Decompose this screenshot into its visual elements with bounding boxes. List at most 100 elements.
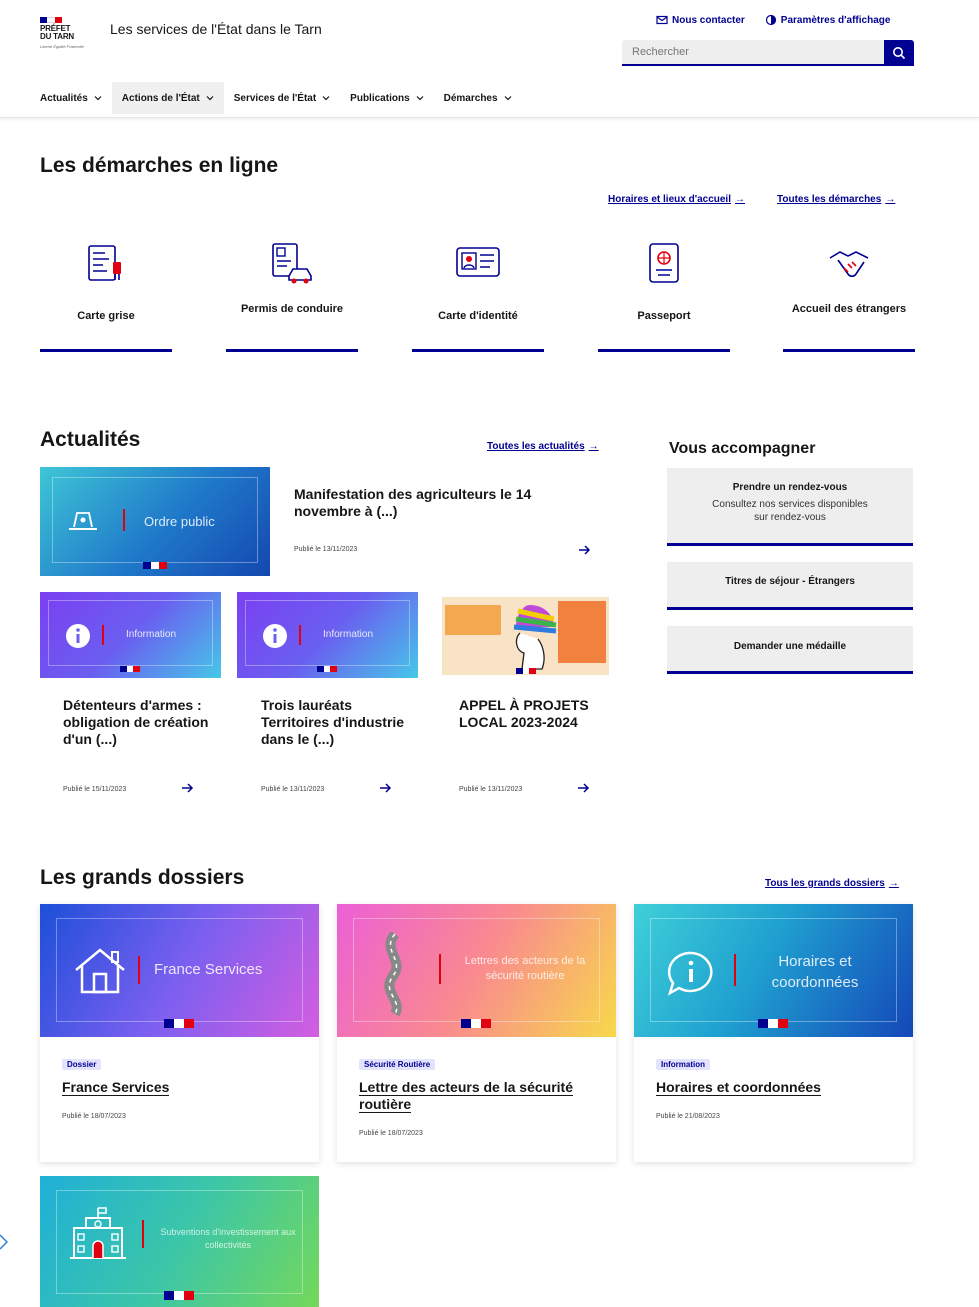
- fr-flag-icon: [164, 1291, 194, 1300]
- town-hall-icon: [70, 1207, 126, 1259]
- dossier-title-text: France Services: [62, 1079, 170, 1096]
- tile-passeport[interactable]: Passeport: [598, 230, 730, 352]
- all-news-label: Toutes les actualités: [487, 441, 585, 452]
- marianne-flag-icon: [40, 17, 62, 23]
- tile-accueil-etrangers[interactable]: Accueil des étrangers: [783, 230, 915, 352]
- news-title[interactable]: Détenteurs d'armes : obligation de créat…: [63, 697, 213, 748]
- dossiers-title: Les grands dossiers: [40, 866, 245, 889]
- search-button[interactable]: [884, 40, 914, 66]
- handshake-icon: [829, 251, 869, 278]
- arrow-right-icon[interactable]: [577, 543, 591, 557]
- all-dossiers-label: Tous les grands dossiers: [765, 878, 885, 889]
- dossier-date: Publié le 21/08/2023: [656, 1113, 720, 1120]
- arrow-right-icon[interactable]: [378, 781, 392, 795]
- prefet-logo[interactable]: PRÉFET DU TARN Liberté Égalité Fraternit…: [40, 17, 86, 49]
- news-title[interactable]: APPEL À PROJETS LOCAL 2023-2024: [459, 697, 609, 731]
- display-settings-link[interactable]: Paramètres d'affichage: [765, 14, 890, 26]
- dossier-banner: France Services: [40, 904, 319, 1037]
- nav-item-services[interactable]: Services de l'État: [224, 82, 340, 114]
- nav-label: Services de l'État: [233, 92, 317, 104]
- chevron-down-icon: [322, 96, 330, 101]
- button-title: Demander une médaille: [733, 641, 847, 652]
- banner-divider: [138, 956, 140, 984]
- dossier-title[interactable]: Horaires et coordonnées: [656, 1079, 886, 1096]
- road-icon: [384, 932, 402, 1016]
- main-nav: Actualités Actions de l'État Services de…: [30, 82, 522, 114]
- fr-flag-icon: [120, 666, 141, 672]
- tile-label: Carte grise: [77, 310, 135, 322]
- news-banner-appel-projets[interactable]: [442, 597, 609, 675]
- tile-carte-identite[interactable]: Carte d'identité: [412, 230, 544, 352]
- all-dossiers-link[interactable]: Tous les grands dossiers →: [765, 878, 899, 889]
- search-icon: [893, 47, 906, 60]
- button-subtitle: Consultez nos services disponibles sur r…: [712, 499, 868, 523]
- fr-flag-icon: [461, 1019, 491, 1028]
- medaille-button[interactable]: Demander une médaille: [667, 626, 913, 674]
- fr-flag-icon: [758, 1019, 788, 1028]
- banner-text: Lettres des acteurs de la sécurité routi…: [464, 955, 586, 982]
- all-demarches-label: Toutes les démarches: [777, 194, 882, 205]
- info-bubble-icon: [667, 951, 713, 996]
- contact-label: Nous contacter: [672, 14, 745, 26]
- banner-divider: [734, 954, 736, 986]
- arrow-right-icon[interactable]: [576, 781, 590, 795]
- tile-label: Passeport: [637, 310, 691, 322]
- featured-news-date: Publié le 13/11/2023: [294, 546, 358, 553]
- carte-grise-icon: [88, 245, 121, 281]
- news-banner[interactable]: Information: [237, 592, 418, 678]
- horaires-label: Horaires et lieux d'accueil: [608, 194, 731, 205]
- rendez-vous-button[interactable]: Prendre un rendez-vous Consultez nos ser…: [667, 468, 913, 546]
- chevron-right-icon[interactable]: [0, 1234, 8, 1250]
- arrow-right-icon: →: [885, 194, 896, 205]
- all-news-link[interactable]: Toutes les actualités →: [487, 441, 599, 452]
- actualites-title: Actualités: [40, 428, 141, 451]
- news-title[interactable]: Trois lauréats Territoires d'industrie d…: [261, 697, 411, 748]
- accompagner-title: Vous accompagner: [669, 440, 816, 457]
- nav-item-demarches[interactable]: Démarches: [434, 82, 522, 114]
- featured-news-title[interactable]: Manifestation des agriculteurs le 14 nov…: [294, 486, 584, 520]
- dossier-card[interactable]: France Services Dossier France Services …: [40, 904, 319, 1162]
- dossier-banner-subventions[interactable]: Subventions d'investissement aux collect…: [40, 1176, 319, 1307]
- all-demarches-link[interactable]: Toutes les démarches →: [777, 194, 895, 205]
- arrow-right-icon[interactable]: [180, 781, 194, 795]
- nav-item-actions[interactable]: Actions de l'État: [111, 82, 224, 114]
- chevron-down-icon: [504, 96, 511, 101]
- dossier-date: Publié le 18/07/2023: [359, 1130, 423, 1137]
- search-bar: [622, 40, 914, 66]
- news-date: Publié le 15/11/2023: [63, 786, 127, 793]
- news-banner[interactable]: Information: [40, 592, 221, 678]
- nav-label: Actions de l'État: [121, 92, 200, 104]
- dossier-title[interactable]: France Services: [62, 1079, 292, 1096]
- button-title: Titres de séjour - Étrangers: [725, 576, 855, 587]
- arrow-right-icon: →: [588, 441, 599, 452]
- tile-permis[interactable]: Permis de conduire: [226, 230, 358, 352]
- permis-conduire-icon: [272, 243, 312, 284]
- nav-item-publications[interactable]: Publications: [340, 82, 433, 114]
- horaires-link[interactable]: Horaires et lieux d'accueil →: [608, 194, 745, 205]
- category-badge: Sécurité Routière: [359, 1059, 436, 1070]
- contact-link[interactable]: Nous contacter: [656, 14, 745, 26]
- passeport-icon: [649, 243, 679, 283]
- category-badge: Information: [656, 1059, 710, 1070]
- dossier-banner: Horaires et coordonnées: [634, 904, 913, 1037]
- category-badge: Dossier: [62, 1059, 102, 1070]
- site-title[interactable]: Les services de l'État dans le Tarn: [110, 20, 330, 38]
- dossier-title[interactable]: Lettre des acteurs de la sécurité routiè…: [359, 1079, 589, 1113]
- nav-label: Actualités: [40, 92, 88, 104]
- dossier-card[interactable]: Horaires et coordonnées Information Hora…: [634, 904, 913, 1162]
- titres-sejour-button[interactable]: Titres de séjour - Étrangers: [667, 562, 913, 610]
- envelope-icon: [656, 15, 668, 25]
- dossier-card[interactable]: Lettres des acteurs de la sécurité routi…: [337, 904, 616, 1162]
- banner-divider: [439, 954, 441, 984]
- news-date: Publié le 13/11/2023: [261, 786, 325, 793]
- site-header: PRÉFET DU TARN Liberté Égalité Fraternit…: [0, 0, 979, 118]
- nav-label: Démarches: [443, 92, 498, 104]
- chevron-down-icon: [416, 96, 424, 101]
- search-input[interactable]: [622, 40, 884, 66]
- banner-divider: [142, 1220, 144, 1248]
- fr-flag-icon: [164, 1019, 194, 1028]
- nav-item-actualites[interactable]: Actualités: [30, 82, 112, 114]
- poster-block: [558, 601, 606, 663]
- tile-carte-grise[interactable]: Carte grise: [40, 230, 172, 352]
- featured-news-banner[interactable]: Ordre public: [40, 467, 270, 576]
